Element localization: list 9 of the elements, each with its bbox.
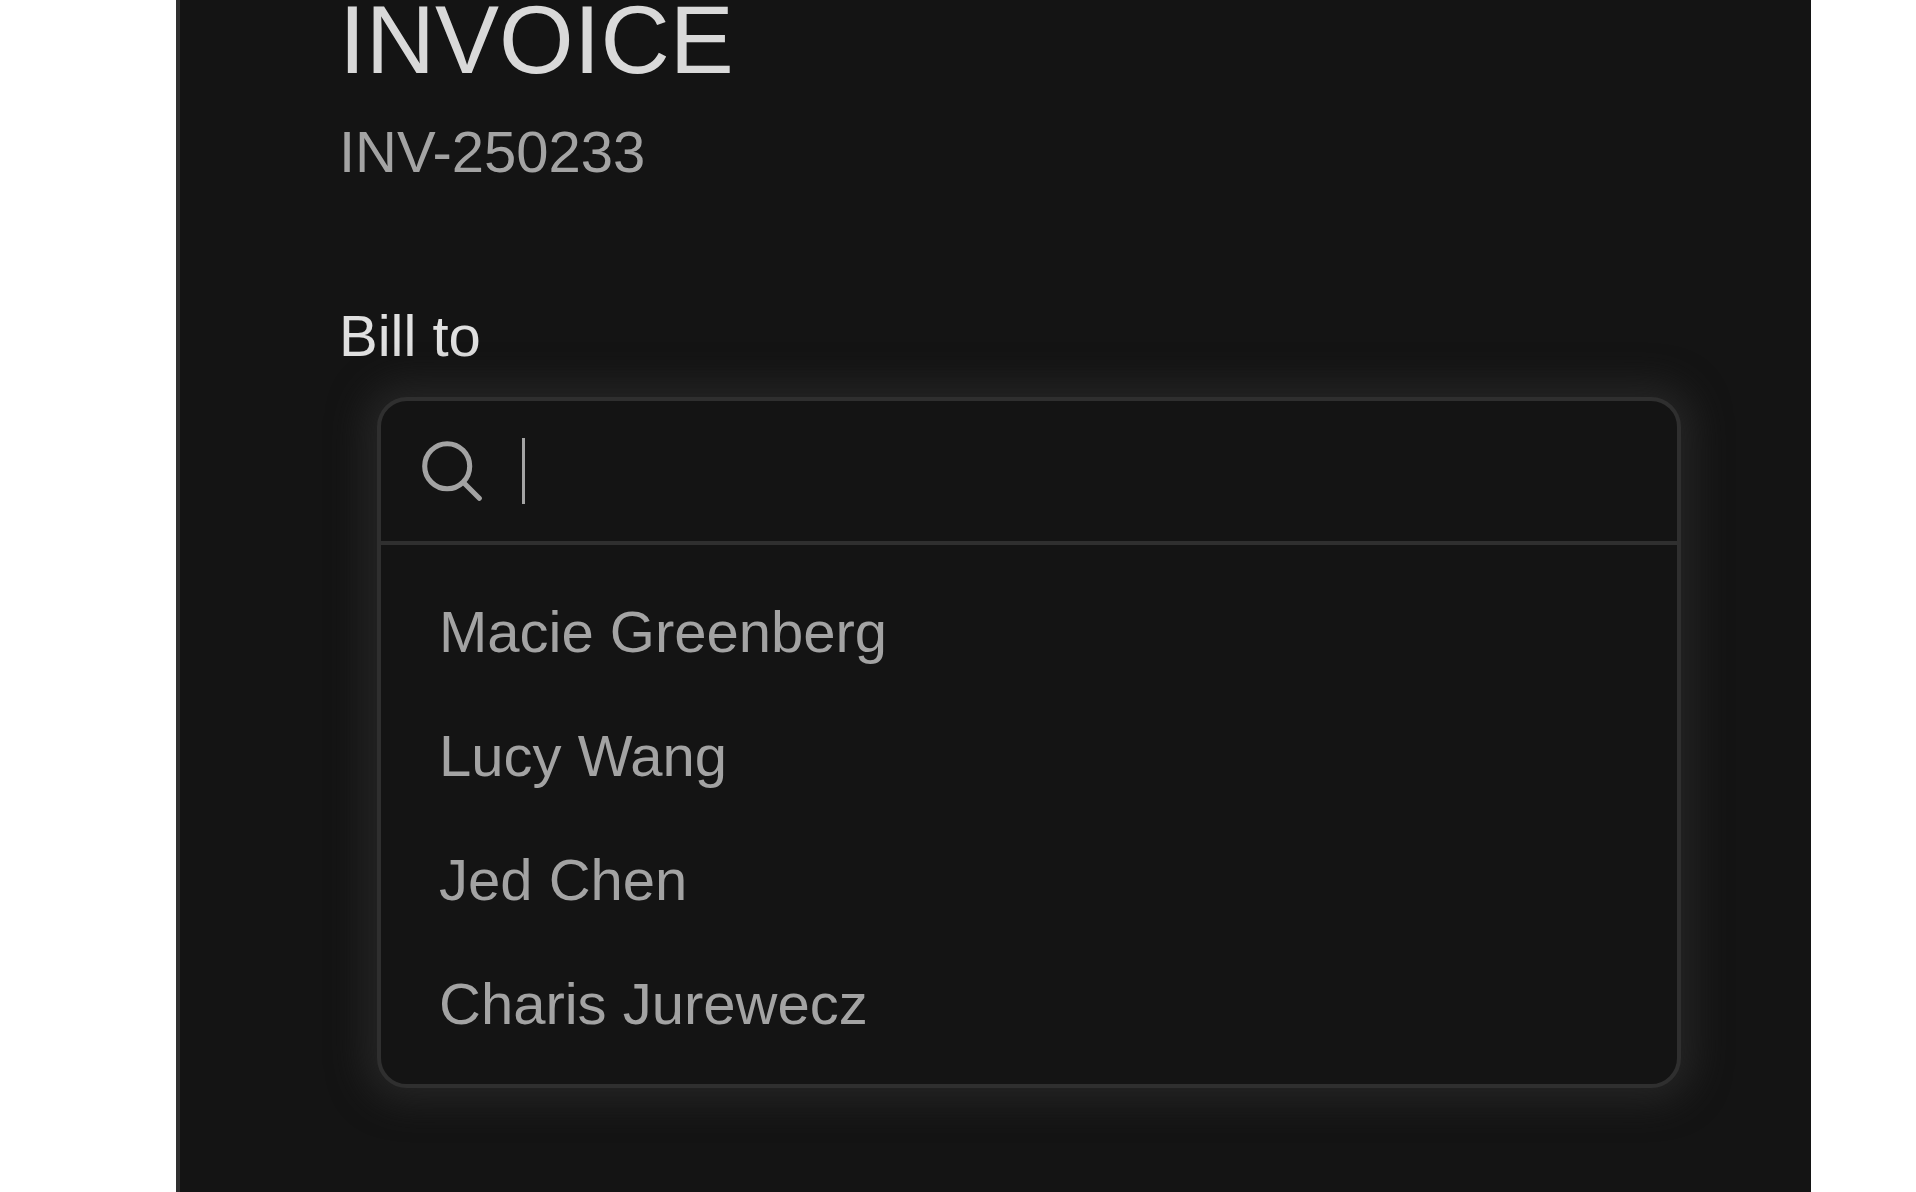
bill-to-label: Bill to	[339, 307, 481, 365]
invoice-number: INV-250233	[339, 123, 646, 181]
text-cursor-icon	[522, 438, 525, 504]
customer-option[interactable]: Macie Greenberg	[381, 570, 1677, 694]
customer-option[interactable]: Jed Chen	[381, 818, 1677, 942]
customer-option[interactable]: Lucy Wang	[381, 694, 1677, 818]
invoice-title: INVOICE	[339, 2, 734, 77]
customer-option[interactable]: Charis Jurewecz	[381, 942, 1677, 1066]
search-icon	[422, 441, 482, 501]
